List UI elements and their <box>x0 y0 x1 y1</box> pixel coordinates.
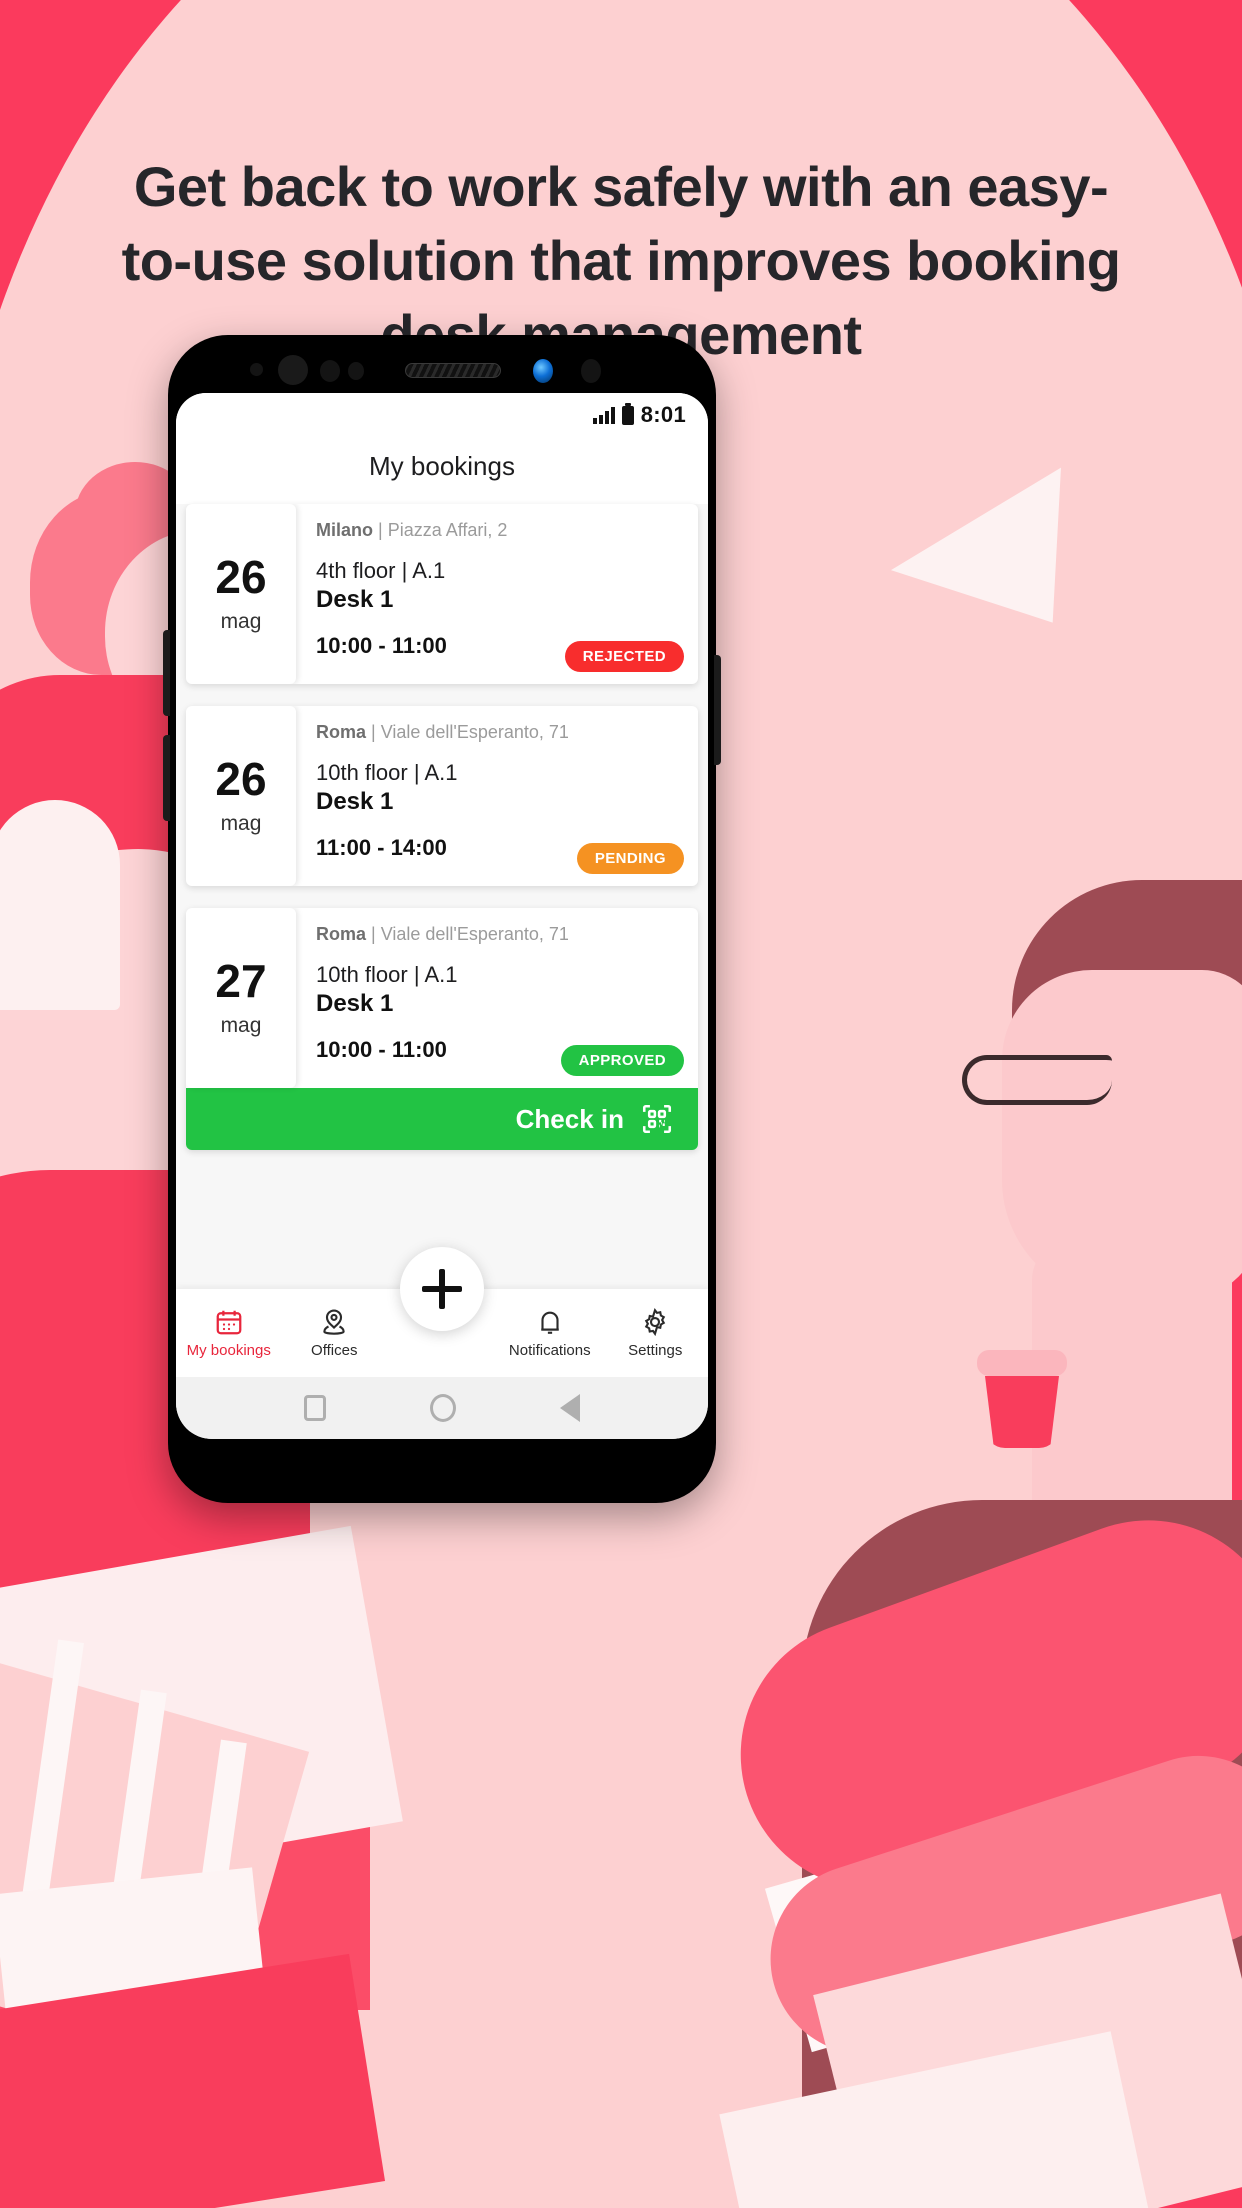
illustration-person-right <box>702 880 1242 2208</box>
add-booking-fab[interactable] <box>400 1247 484 1331</box>
booking-day: 26 <box>215 551 267 603</box>
nav-label-my-bookings: My bookings <box>186 1342 271 1359</box>
phone-mockup: 8:01 My bookings 26 mag Milano | Piazza … <box>163 335 721 1503</box>
booking-office: Roma | Viale dell'Esperanto, 71 <box>316 924 678 945</box>
booking-card[interactable]: 26 mag Milano | Piazza Affari, 2 4th flo… <box>186 504 698 684</box>
nav-item-notifications[interactable]: Notifications <box>497 1307 603 1359</box>
booking-office: Roma | Viale dell'Esperanto, 71 <box>316 722 678 743</box>
booking-separator: | <box>366 722 381 742</box>
home-circle-icon[interactable] <box>430 1394 456 1422</box>
status-badge: REJECTED <box>564 641 684 672</box>
booking-card[interactable]: 26 mag Roma | Viale dell'Esperanto, 71 1… <box>186 706 698 886</box>
booking-month: mag <box>220 812 262 835</box>
booking-city: Milano <box>316 520 373 540</box>
booking-address: Piazza Affari, 2 <box>387 520 508 540</box>
sensor-icon <box>250 363 263 376</box>
earpiece-speaker <box>405 363 501 378</box>
booking-month: mag <box>220 1014 262 1037</box>
check-in-button[interactable]: Check in <box>186 1088 698 1150</box>
booking-desk: Desk 1 <box>316 989 394 1017</box>
illustration-coffee-cup <box>977 1350 1067 1448</box>
status-badge: APPROVED <box>560 1045 684 1076</box>
sensor-icon <box>581 359 601 383</box>
phone-screen: 8:01 My bookings 26 mag Milano | Piazza … <box>176 393 708 1439</box>
gear-icon <box>645 1307 666 1337</box>
qr-code-icon <box>642 1104 672 1134</box>
booking-separator: | <box>373 520 388 540</box>
booking-date: 27 mag <box>186 908 296 1088</box>
booking-day: 26 <box>215 753 267 805</box>
sensor-icon <box>348 362 364 380</box>
booking-date: 26 mag <box>186 504 296 684</box>
plus-icon <box>422 1269 462 1309</box>
booking-city: Roma <box>316 924 367 944</box>
signal-bars-icon <box>592 406 615 424</box>
map-pin-icon <box>323 1309 345 1335</box>
recents-square-icon[interactable] <box>304 1395 326 1421</box>
notification-led-icon <box>533 359 553 383</box>
nav-label-notifications: Notifications <box>508 1342 591 1359</box>
booking-separator: | <box>366 924 381 944</box>
booking-office: Milano | Piazza Affari, 2 <box>316 520 678 541</box>
status-bar: 8:01 <box>176 393 708 437</box>
booking-floor: 4th floor | A.1 <box>316 558 446 583</box>
booking-desk: Desk 1 <box>316 585 394 613</box>
booking-month: mag <box>220 610 262 633</box>
battery-icon <box>621 402 634 425</box>
booking-date: 26 mag <box>186 706 296 886</box>
front-camera-icon <box>278 355 308 385</box>
calendar-icon <box>216 1310 242 1335</box>
booking-address: Viale dell'Esperanto, 71 <box>380 722 569 742</box>
booking-day: 27 <box>215 955 267 1007</box>
booking-city: Roma <box>316 722 367 742</box>
nav-label-offices: Offices <box>311 1342 358 1359</box>
page-title: My bookings <box>176 437 708 504</box>
booking-card[interactable]: 27 mag Roma | Viale dell'Esperanto, 71 1… <box>186 908 698 1150</box>
sensor-icon <box>320 360 340 382</box>
android-system-nav <box>176 1377 708 1439</box>
check-in-label: Check in <box>515 1103 624 1134</box>
status-badge: PENDING <box>576 843 684 874</box>
nav-item-my-bookings[interactable]: My bookings <box>176 1307 282 1359</box>
nav-item-settings[interactable]: Settings <box>603 1307 709 1359</box>
volume-up-button[interactable] <box>163 630 170 716</box>
phone-top-bezel <box>168 335 716 401</box>
nav-item-offices[interactable]: Offices <box>282 1307 388 1359</box>
back-triangle-icon[interactable] <box>546 1394 580 1422</box>
status-bar-clock: 8:01 <box>640 402 686 427</box>
booking-floor: 10th floor | A.1 <box>316 962 458 987</box>
bookings-list: 26 mag Milano | Piazza Affari, 2 4th flo… <box>176 504 708 1150</box>
booking-desk: Desk 1 <box>316 787 394 815</box>
promo-poster: Get back to work safely with an easy-to-… <box>0 0 1242 2208</box>
booking-floor: 10th floor | A.1 <box>316 760 458 785</box>
nav-label-settings: Settings <box>628 1342 683 1359</box>
volume-down-button[interactable] <box>163 735 170 821</box>
power-button[interactable] <box>714 655 721 765</box>
bell-icon <box>541 1311 559 1334</box>
booking-address: Viale dell'Esperanto, 71 <box>380 924 569 944</box>
